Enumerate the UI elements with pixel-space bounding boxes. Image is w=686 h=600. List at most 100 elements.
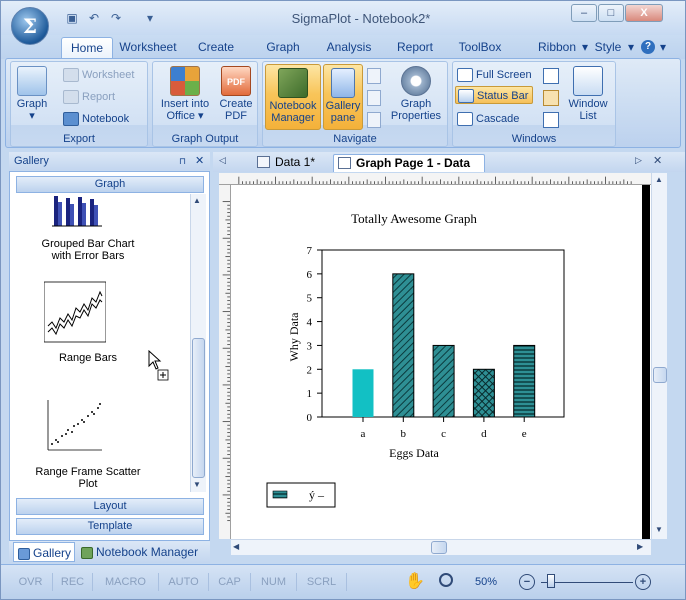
scroll-up-icon[interactable]: ▲ bbox=[193, 196, 201, 205]
zoom-magnifier-icon[interactable] bbox=[439, 573, 453, 587]
bar bbox=[513, 344, 536, 418]
graph-page-icon bbox=[338, 157, 351, 169]
bar-chart[interactable]: Totally Awesome Graph 0 1 2 3 4 5 6 7 a b c d e Egg… bbox=[231, 185, 643, 539]
chart-title: Totally Awesome Graph bbox=[351, 211, 477, 226]
graph-export-label: Graph bbox=[16, 98, 48, 110]
tab-scroll-left-icon[interactable]: ◁ bbox=[219, 155, 226, 166]
hand-pan-icon[interactable]: ✋ bbox=[405, 571, 425, 591]
worksheet-export-label: Worksheet bbox=[82, 69, 135, 81]
tab-home[interactable]: Home bbox=[61, 37, 113, 59]
notebook-manager-button[interactable]: Notebook Manager bbox=[265, 64, 321, 130]
tab-data-1[interactable]: Data 1* bbox=[253, 154, 331, 172]
create-pdf-label-2: PDF bbox=[225, 110, 247, 122]
document-vscroll-thumb[interactable] bbox=[653, 367, 667, 383]
zoom-in-icon[interactable]: + bbox=[635, 574, 651, 590]
document-vertical-scrollbar[interactable]: ▲ ▼ bbox=[651, 173, 667, 539]
gallery-section-template[interactable]: Template bbox=[16, 518, 204, 535]
help-dropdown-icon[interactable]: ▾ bbox=[657, 37, 669, 59]
close-pane-icon[interactable]: ✕ bbox=[195, 152, 204, 170]
report-export-button[interactable]: Report bbox=[63, 88, 115, 106]
scroll-down-icon[interactable]: ▼ bbox=[655, 525, 663, 534]
zoom-slider-thumb[interactable] bbox=[547, 574, 555, 588]
page-icon[interactable] bbox=[367, 90, 381, 106]
tab-scroll-right-icon[interactable]: ▷ bbox=[635, 155, 642, 166]
app-menu-button[interactable]: Σ bbox=[11, 7, 49, 45]
save-icon[interactable]: ▣ bbox=[63, 10, 81, 27]
tab-analysis[interactable]: Analysis bbox=[321, 37, 377, 59]
status-bar-button[interactable]: Status Bar bbox=[455, 86, 534, 104]
close-document-icon[interactable]: ✕ bbox=[653, 154, 662, 167]
drag-cursor-icon bbox=[148, 350, 169, 381]
page-icon[interactable] bbox=[367, 68, 381, 84]
y-tick-label: 3 bbox=[307, 340, 313, 352]
bar bbox=[392, 273, 415, 418]
zoom-out-icon[interactable]: − bbox=[519, 574, 535, 590]
tab-toolbox[interactable]: ToolBox bbox=[451, 37, 509, 59]
worksheet-export-button[interactable]: Worksheet bbox=[63, 66, 134, 84]
dropdown-arrow-icon: ▾ bbox=[198, 110, 204, 122]
gallery-pane-button[interactable]: Gallery pane bbox=[323, 64, 363, 130]
cascade-button[interactable]: Cascade bbox=[457, 110, 519, 128]
scroll-left-icon[interactable]: ◀ bbox=[233, 542, 239, 551]
style-menu[interactable]: Style bbox=[593, 37, 623, 59]
tab-create-graph[interactable]: Create Grap bbox=[183, 37, 249, 75]
notebook-manager-icon bbox=[278, 68, 308, 98]
window-list-button[interactable]: Window List bbox=[563, 66, 613, 128]
range-bars-thumbnail[interactable] bbox=[44, 278, 106, 346]
gallery-item-label[interactable]: Grouped Bar Chart with Error Bars bbox=[18, 238, 158, 262]
pane-tabs: Gallery Notebook Manager bbox=[9, 541, 210, 563]
grouped-bar-thumbnail[interactable] bbox=[44, 194, 106, 228]
document-horizontal-scrollbar[interactable]: ◀ ▶ bbox=[231, 539, 651, 555]
ribbon-dropdown-icon[interactable]: ▾ bbox=[579, 37, 591, 59]
notebook-export-label: Notebook bbox=[82, 113, 130, 125]
tile-vertical-icon[interactable] bbox=[543, 68, 559, 84]
legend-swatch bbox=[272, 490, 288, 499]
gallery-pane-tab[interactable]: Gallery bbox=[13, 542, 75, 562]
scroll-down-icon[interactable]: ▼ bbox=[193, 480, 201, 489]
close-button[interactable]: X bbox=[625, 4, 663, 22]
window-list-label-2: List bbox=[579, 110, 597, 122]
notebook-manager-pane-tab[interactable]: Notebook Manager bbox=[81, 542, 209, 562]
tab-graph-page-1[interactable]: Graph Page 1 - Data 1* bbox=[333, 154, 485, 187]
full-screen-button[interactable]: Full Screen bbox=[457, 66, 536, 84]
gallery-scroll-thumb[interactable] bbox=[192, 338, 205, 478]
arrange-icon[interactable] bbox=[543, 112, 559, 128]
status-scrl: SCRL bbox=[297, 573, 347, 591]
minimize-button[interactable]: – bbox=[571, 4, 597, 22]
redo-icon[interactable]: ↷ bbox=[107, 10, 125, 27]
window-title: SigmaPlot - Notebook2* bbox=[291, 11, 431, 26]
document-hscroll-thumb[interactable] bbox=[431, 541, 447, 554]
graph-properties-button[interactable]: Graph Properties bbox=[387, 66, 445, 128]
scroll-right-icon[interactable]: ▶ bbox=[637, 542, 643, 551]
insert-into-office-button[interactable]: Insert into Office ▾ bbox=[157, 66, 213, 128]
tile-horizontal-icon[interactable] bbox=[543, 90, 559, 106]
gallery-item-label[interactable]: Range Frame Scatter Plot bbox=[18, 466, 158, 490]
scroll-up-icon[interactable]: ▲ bbox=[655, 175, 663, 184]
create-pdf-button[interactable]: PDF Create PDF bbox=[217, 66, 255, 128]
gallery-section-layout[interactable]: Layout bbox=[16, 498, 204, 515]
bar bbox=[352, 369, 374, 417]
tab-report[interactable]: Report bbox=[387, 37, 443, 59]
gallery-item-label-line: Grouped Bar Chart bbox=[41, 238, 135, 250]
notebook-manager-tab-label: Notebook Manager bbox=[96, 545, 199, 559]
notebook-export-button[interactable]: Notebook bbox=[63, 110, 129, 128]
ribbon-panel: Graph ▾ Worksheet Report Notebook Export… bbox=[5, 58, 681, 148]
tab-graph-page[interactable]: Graph Page bbox=[251, 37, 315, 75]
pin-icon[interactable]: ⊓ bbox=[179, 152, 186, 170]
graph-page[interactable]: Totally Awesome Graph 0 1 2 3 4 5 6 7 a b c d e Egg… bbox=[231, 185, 651, 539]
qat-customize-icon[interactable]: ▾ bbox=[141, 10, 159, 27]
gallery-item-label[interactable]: Range Bars bbox=[18, 352, 158, 364]
ribbon-menu[interactable]: Ribbon bbox=[535, 37, 579, 59]
bars bbox=[352, 273, 536, 418]
gallery-section-graph[interactable]: Graph bbox=[16, 176, 204, 193]
maximize-button[interactable]: □ bbox=[598, 4, 624, 22]
page-icon[interactable] bbox=[367, 112, 381, 128]
graph-export-button[interactable]: Graph ▾ bbox=[15, 66, 49, 126]
tab-worksheet[interactable]: Worksheet bbox=[115, 37, 181, 59]
office-icon bbox=[170, 66, 200, 96]
help-icon[interactable]: ? bbox=[641, 40, 655, 54]
gallery-scrollbar[interactable]: ▲ ▼ bbox=[190, 194, 206, 492]
range-frame-scatter-thumbnail[interactable] bbox=[44, 390, 106, 454]
style-dropdown-icon[interactable]: ▾ bbox=[625, 37, 637, 59]
undo-icon[interactable]: ↶ bbox=[85, 10, 103, 27]
